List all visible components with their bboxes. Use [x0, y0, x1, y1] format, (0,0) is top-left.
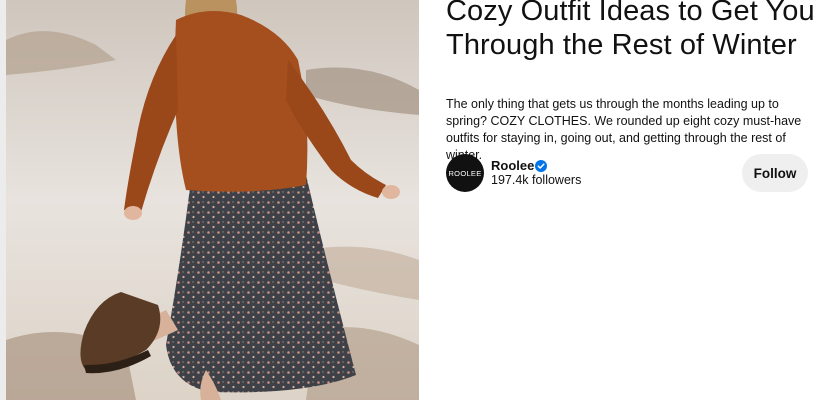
pin-title: Cozy Outfit Ideas to Get You Through the…	[446, 0, 815, 61]
pin-photo	[6, 0, 419, 400]
follow-button[interactable]: Follow	[742, 154, 808, 192]
creator-row: ROOLEE Roolee 197.4k followers Follow	[446, 154, 818, 194]
pin-card: Cozy Outfit Ideas to Get You Through the…	[6, 0, 840, 400]
follower-count: 197.4k followers	[491, 173, 582, 187]
avatar[interactable]: ROOLEE	[446, 154, 484, 192]
verified-check-icon	[535, 160, 547, 172]
pin-image[interactable]	[6, 0, 419, 400]
creator-name[interactable]: Roolee	[491, 158, 534, 173]
